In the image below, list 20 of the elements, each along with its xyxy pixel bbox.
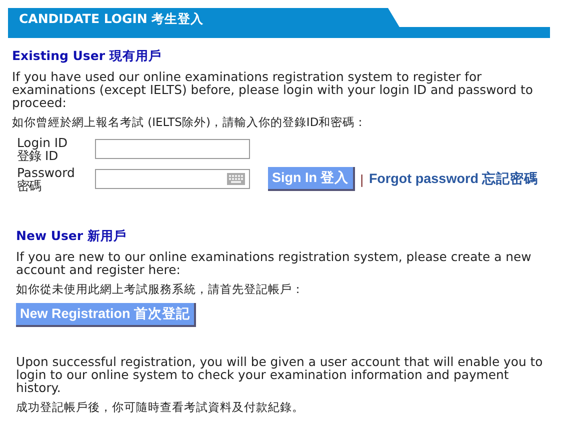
login-id-field[interactable] bbox=[95, 139, 250, 159]
section-heading: Existing User 現有用戶 bbox=[12, 48, 162, 65]
description: 如你曾經於網上報名考試 (IELTS除外)，請輸入你的登錄ID和密碼： bbox=[12, 115, 368, 130]
forgot-password-link[interactable]: Forgot password 忘記密碼 bbox=[368, 170, 538, 188]
password-field[interactable] bbox=[95, 169, 250, 189]
field-label: 密碼 bbox=[17, 179, 42, 192]
keyboard-icon[interactable] bbox=[227, 173, 245, 185]
header-title: CANDIDATE LOGIN 考生登入 bbox=[19, 11, 204, 28]
section-heading: New User 新用戶 bbox=[16, 228, 128, 245]
sign-in-button[interactable]: Sign In 登入 bbox=[268, 167, 355, 191]
field-label: Password bbox=[17, 166, 76, 179]
description: 成功登記帳戶後，你可隨時查看考試資料及付款紀錄。 bbox=[16, 400, 305, 415]
field-label: 登錄 ID bbox=[17, 149, 60, 162]
new-registration-button[interactable]: New Registration 首次登記 bbox=[16, 303, 196, 327]
description: Upon successful registration, you will be given a user account that will enable you to login to our online system to check your examination information and payment history. bbox=[16, 355, 544, 394]
separator: | bbox=[360, 172, 364, 186]
description: If you have used our online examinations registration system to register for examinations (except IELTS) before, please login with your login ID and password to proceed: bbox=[12, 70, 534, 109]
description: 如你從未使用此網上考試服務系統，請首先登記帳戶： bbox=[16, 282, 305, 297]
field-label: Login ID bbox=[17, 136, 69, 149]
description: If you are new to our online examinations registration system, please create a new account and register here: bbox=[16, 250, 532, 276]
